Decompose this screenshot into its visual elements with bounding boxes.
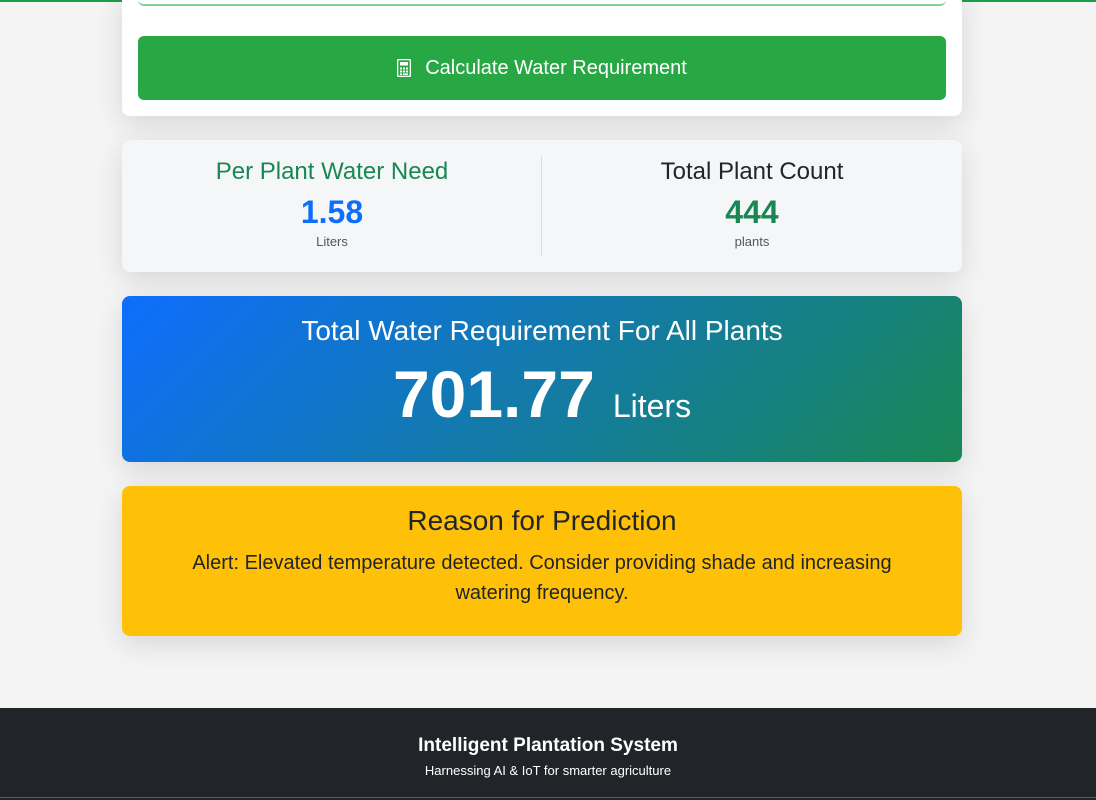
total-water-title: Total Water Requirement For All Plants [301,315,783,346]
per-plant-unit: Liters [316,234,348,249]
plant-count-stat: Total Plant Count 444 plants [542,156,962,256]
footer-subtitle: Harnessing AI & IoT for smarter agricult… [424,763,672,778]
per-plant-title: Per Plant Water Need [215,158,449,185]
calculator-icon [397,59,412,77]
total-water-value: 701.77 [392,357,595,431]
total-water-row: 701.77 Liters [122,358,962,430]
prediction-form-card: Calculate Water Requirement [122,0,962,116]
form-field-edge [138,0,946,6]
reason-text: Alert: Elevated temperature detected. Co… [192,552,892,604]
prediction-reason-card: Reason for Prediction Alert: Elevated te… [122,486,962,636]
reason-title: Reason for Prediction [407,505,677,536]
footer-title: Intelligent Plantation System [418,735,678,756]
plant-count-unit: plants [734,234,770,249]
footer-divider [0,797,1096,798]
plant-count-value: 444 [725,194,779,230]
per-plant-value: 1.58 [300,194,364,230]
stats-card: Per Plant Water Need 1.58 Liters Total P… [122,140,962,272]
plant-count-title: Total Plant Count [660,158,844,185]
page-footer: Intelligent Plantation System Harnessing… [0,708,1096,800]
calculate-button-label: Calculate Water Requirement [425,56,687,79]
per-plant-stat: Per Plant Water Need 1.58 Liters [122,156,542,256]
total-water-card: Total Water Requirement For All Plants 7… [122,296,962,462]
total-water-unit: Liters [612,388,692,424]
calculate-water-button[interactable]: Calculate Water Requirement [138,36,946,100]
